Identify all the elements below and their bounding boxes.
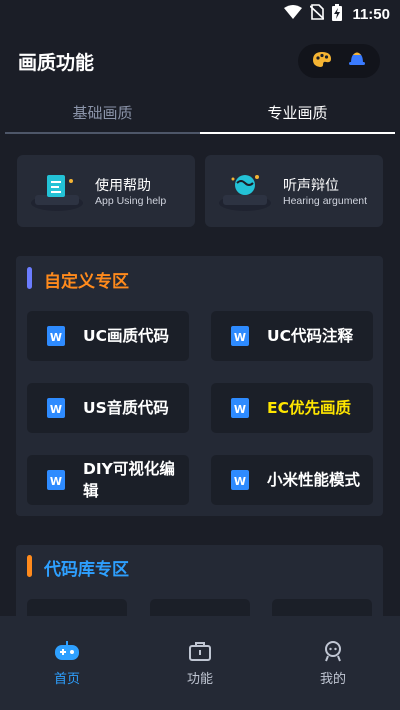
button-label: UC画质代码 bbox=[83, 327, 169, 345]
section-marker bbox=[27, 555, 32, 577]
svg-text:W: W bbox=[50, 475, 62, 488]
tab-bar: 基础画质 专业画质 bbox=[5, 92, 395, 134]
doc-icon: W bbox=[47, 326, 65, 346]
help-card-title: 使用帮助 bbox=[95, 178, 151, 194]
skin-button[interactable] bbox=[308, 47, 336, 75]
gamepad-icon bbox=[54, 638, 80, 664]
xiaomi-performance-mode-button[interactable]: W 小米性能模式 bbox=[211, 455, 373, 505]
button-label: 小米性能模式 bbox=[267, 471, 361, 489]
nav-profile[interactable]: 我的 bbox=[293, 638, 373, 688]
nav-label: 首页 bbox=[53, 672, 80, 687]
section-title: 代码库专区 bbox=[44, 560, 129, 580]
help-card-title: 听声辩位 bbox=[283, 178, 339, 194]
doc-icon: W bbox=[231, 398, 249, 418]
button-label: UC代码注释 bbox=[267, 327, 353, 345]
svg-text:W: W bbox=[50, 331, 62, 344]
bottom-nav: 首页 功能 我的 bbox=[0, 616, 400, 710]
doc-icon: W bbox=[231, 326, 249, 346]
tab-pro-quality[interactable]: 专业画质 bbox=[200, 92, 395, 132]
header-action-pill bbox=[298, 44, 380, 78]
ec-priority-quality-button[interactable]: W EC优先画质 bbox=[211, 383, 373, 433]
notification-button[interactable] bbox=[343, 47, 371, 75]
nav-label: 我的 bbox=[319, 672, 346, 687]
svg-text:W: W bbox=[234, 475, 246, 488]
paint-palette-icon bbox=[311, 50, 333, 72]
help-card-usage[interactable]: 使用帮助 App Using help bbox=[17, 155, 195, 227]
doc-icon: W bbox=[47, 470, 65, 490]
nav-home[interactable]: 首页 bbox=[27, 638, 107, 688]
svg-text:W: W bbox=[234, 331, 246, 344]
tab-divider bbox=[5, 132, 200, 134]
status-bar: 11:50 bbox=[0, 0, 400, 28]
button-label: US音质代码 bbox=[83, 399, 169, 417]
section-title: 自定义专区 bbox=[44, 272, 129, 292]
svg-text:W: W bbox=[50, 403, 62, 416]
help-document-icon bbox=[29, 169, 89, 215]
tab-active-indicator bbox=[200, 132, 395, 134]
button-label: DIY可视化编辑 bbox=[83, 460, 175, 500]
doc-icon: W bbox=[231, 470, 249, 490]
nav-label: 功能 bbox=[186, 672, 213, 687]
status-time: 11:50 bbox=[352, 5, 390, 23]
uc-code-notes-button[interactable]: W UC代码注释 bbox=[211, 311, 373, 361]
wifi-icon bbox=[284, 5, 303, 23]
no-sim-icon bbox=[309, 4, 325, 24]
battery-charging-icon bbox=[332, 3, 343, 25]
us-audio-code-button[interactable]: W US音质代码 bbox=[27, 383, 189, 433]
svg-text:W: W bbox=[234, 403, 246, 416]
app-header: 画质功能 bbox=[0, 40, 400, 84]
tab-basic-quality[interactable]: 基础画质 bbox=[5, 92, 200, 132]
toolbox-icon bbox=[187, 638, 213, 664]
nav-features[interactable]: 功能 bbox=[160, 638, 240, 688]
page-title: 画质功能 bbox=[18, 52, 95, 74]
bell-icon bbox=[347, 49, 367, 73]
hearing-globe-icon bbox=[217, 169, 277, 215]
help-card-subtitle: App Using help bbox=[95, 195, 167, 207]
profile-icon bbox=[320, 638, 346, 664]
section-marker bbox=[27, 267, 32, 289]
uc-quality-code-button[interactable]: W UC画质代码 bbox=[27, 311, 189, 361]
diy-visual-edit-button[interactable]: W DIY可视化编辑 bbox=[27, 455, 189, 505]
help-card-hearing[interactable]: 听声辩位 Hearing argument bbox=[205, 155, 383, 227]
button-label: EC优先画质 bbox=[267, 399, 351, 417]
doc-icon: W bbox=[47, 398, 65, 418]
help-card-subtitle: Hearing argument bbox=[283, 195, 368, 207]
